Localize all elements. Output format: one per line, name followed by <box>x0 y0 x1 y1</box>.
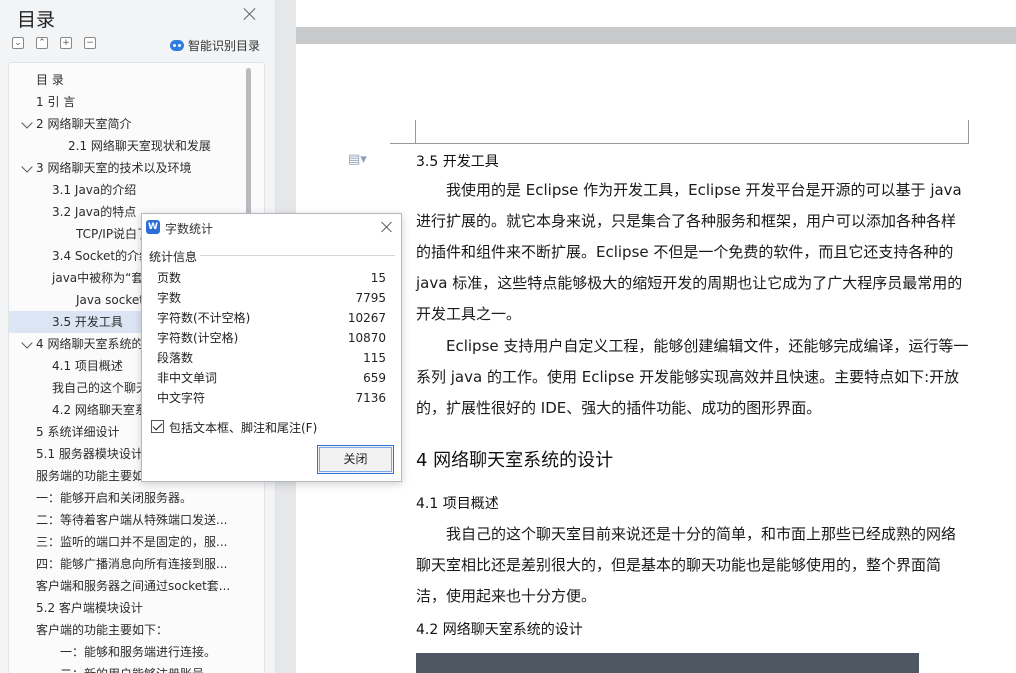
stat-value: 15 <box>370 271 386 285</box>
stat-value: 10267 <box>347 311 386 325</box>
paragraph: 我使用的是 Eclipse 作为开发工具，Eclipse 开发平台是开源的可以基… <box>416 181 963 323</box>
stat-row: 段落数 115 <box>157 348 386 368</box>
header-margin-line <box>390 143 969 144</box>
toc-item[interactable]: 5.2 客户端模块设计 <box>9 597 244 619</box>
toc-item[interactable]: 客户端的功能主要如下： <box>9 619 244 641</box>
collapse-all-icon[interactable]: ⌄ <box>12 37 24 49</box>
toc-item[interactable]: 三：监听的端口并不是固定的，服... <box>9 531 244 553</box>
toc-item[interactable]: 3 网络聊天室的技术以及环境 <box>9 157 244 179</box>
word-count-dialog: W 字数统计 统计信息 页数 15 字数 7795 字符数(不计空格) 1026… <box>141 213 402 482</box>
previous-page-bottom <box>296 0 1016 27</box>
heading-3-5: 3.5 开发工具 <box>416 154 499 170</box>
heading-4: 4 网络聊天室系统的设计 <box>416 450 614 471</box>
stat-label: 字符数(不计空格) <box>157 311 251 325</box>
include-textbox-footnotes-checkbox[interactable] <box>151 420 164 433</box>
paragraph: Eclipse 支持用户自定义工程，能够创建编辑文件，还能够完成编译，运行等一系… <box>416 337 969 417</box>
toc-item[interactable]: 一：能够开启和关闭服务器。 <box>9 487 244 509</box>
stat-value: 7795 <box>355 291 386 305</box>
toc-item[interactable]: 2.1 网络聊天室现状和发展 <box>9 135 244 157</box>
paragraph-format-icon[interactable]: ▤▾ <box>348 152 367 167</box>
toc-item[interactable]: 二：等待着客户端从特殊端口发送... <box>9 509 244 531</box>
stat-row: 页数 15 <box>157 268 386 288</box>
stat-label: 字符数(计空格) <box>157 331 239 345</box>
stat-value: 115 <box>363 351 386 365</box>
toc-item[interactable]: 1 引 言 <box>9 91 244 113</box>
paragraph: 我自己的这个聊天室目前来说还是十分的简单，和市面上那些已经成熟的网络聊天室相比还… <box>416 525 957 605</box>
checkbox-label[interactable]: 包括文本框、脚注和尾注(F) <box>169 419 317 436</box>
dialog-title: 字数统计 <box>165 222 214 236</box>
smart-toc-button[interactable]: 智能识别目录 <box>170 37 260 54</box>
stat-row: 字符数(不计空格) 10267 <box>157 308 386 328</box>
smart-toc-label: 智能识别目录 <box>188 39 261 53</box>
stat-row: 非中文单词 659 <box>157 368 386 388</box>
stat-row: 字符数(计空格) 10870 <box>157 328 386 348</box>
document-figure <box>416 653 919 673</box>
toc-item[interactable]: 客户端和服务器之间通过socket套... <box>9 575 244 597</box>
wps-writer-icon: W <box>146 220 160 234</box>
toc-item[interactable]: 目 录 <box>9 69 244 91</box>
remove-level-icon[interactable]: − <box>84 37 96 49</box>
page-corner-mark <box>415 120 416 144</box>
stat-label: 非中文单词 <box>157 371 218 385</box>
heading-4-2: 4.2 网络聊天室系统的设计 <box>416 622 583 638</box>
add-level-icon[interactable]: + <box>60 37 72 49</box>
stat-value: 10870 <box>347 331 386 345</box>
robot-icon <box>170 40 184 51</box>
toc-item[interactable]: 二：新的用户能够注册账号... <box>9 663 244 673</box>
toc-item[interactable]: 3.1 Java的介绍 <box>9 179 244 201</box>
stat-label: 中文字符 <box>157 391 206 405</box>
stat-label: 页数 <box>157 271 182 285</box>
page-corner-mark <box>968 120 969 144</box>
stat-value: 7136 <box>355 391 386 405</box>
toc-item[interactable]: 一：能够和服务端进行连接。 <box>9 641 244 663</box>
close-icon[interactable] <box>381 221 393 233</box>
section-divider <box>200 255 395 256</box>
dialog-title-bar[interactable]: W 字数统计 <box>142 214 401 240</box>
stat-label: 字数 <box>157 291 182 305</box>
toc-title: 目录 <box>17 9 56 31</box>
stat-label: 段落数 <box>157 351 194 365</box>
expand-all-icon[interactable]: ⌃ <box>36 37 48 49</box>
toc-close-icon[interactable] <box>243 7 257 21</box>
toc-item[interactable]: 2 网络聊天室简介 <box>9 113 244 135</box>
toc-item[interactable]: 四：能够广播消息向所有连接到服... <box>9 553 244 575</box>
page-gap <box>296 27 1016 44</box>
stat-value: 659 <box>363 371 386 385</box>
stat-row: 中文字符 7136 <box>157 388 386 408</box>
stat-row: 字数 7795 <box>157 288 386 308</box>
close-button[interactable]: 关闭 <box>317 445 394 474</box>
section-label: 统计信息 <box>149 250 198 264</box>
heading-4-1: 4.1 项目概述 <box>416 496 499 512</box>
